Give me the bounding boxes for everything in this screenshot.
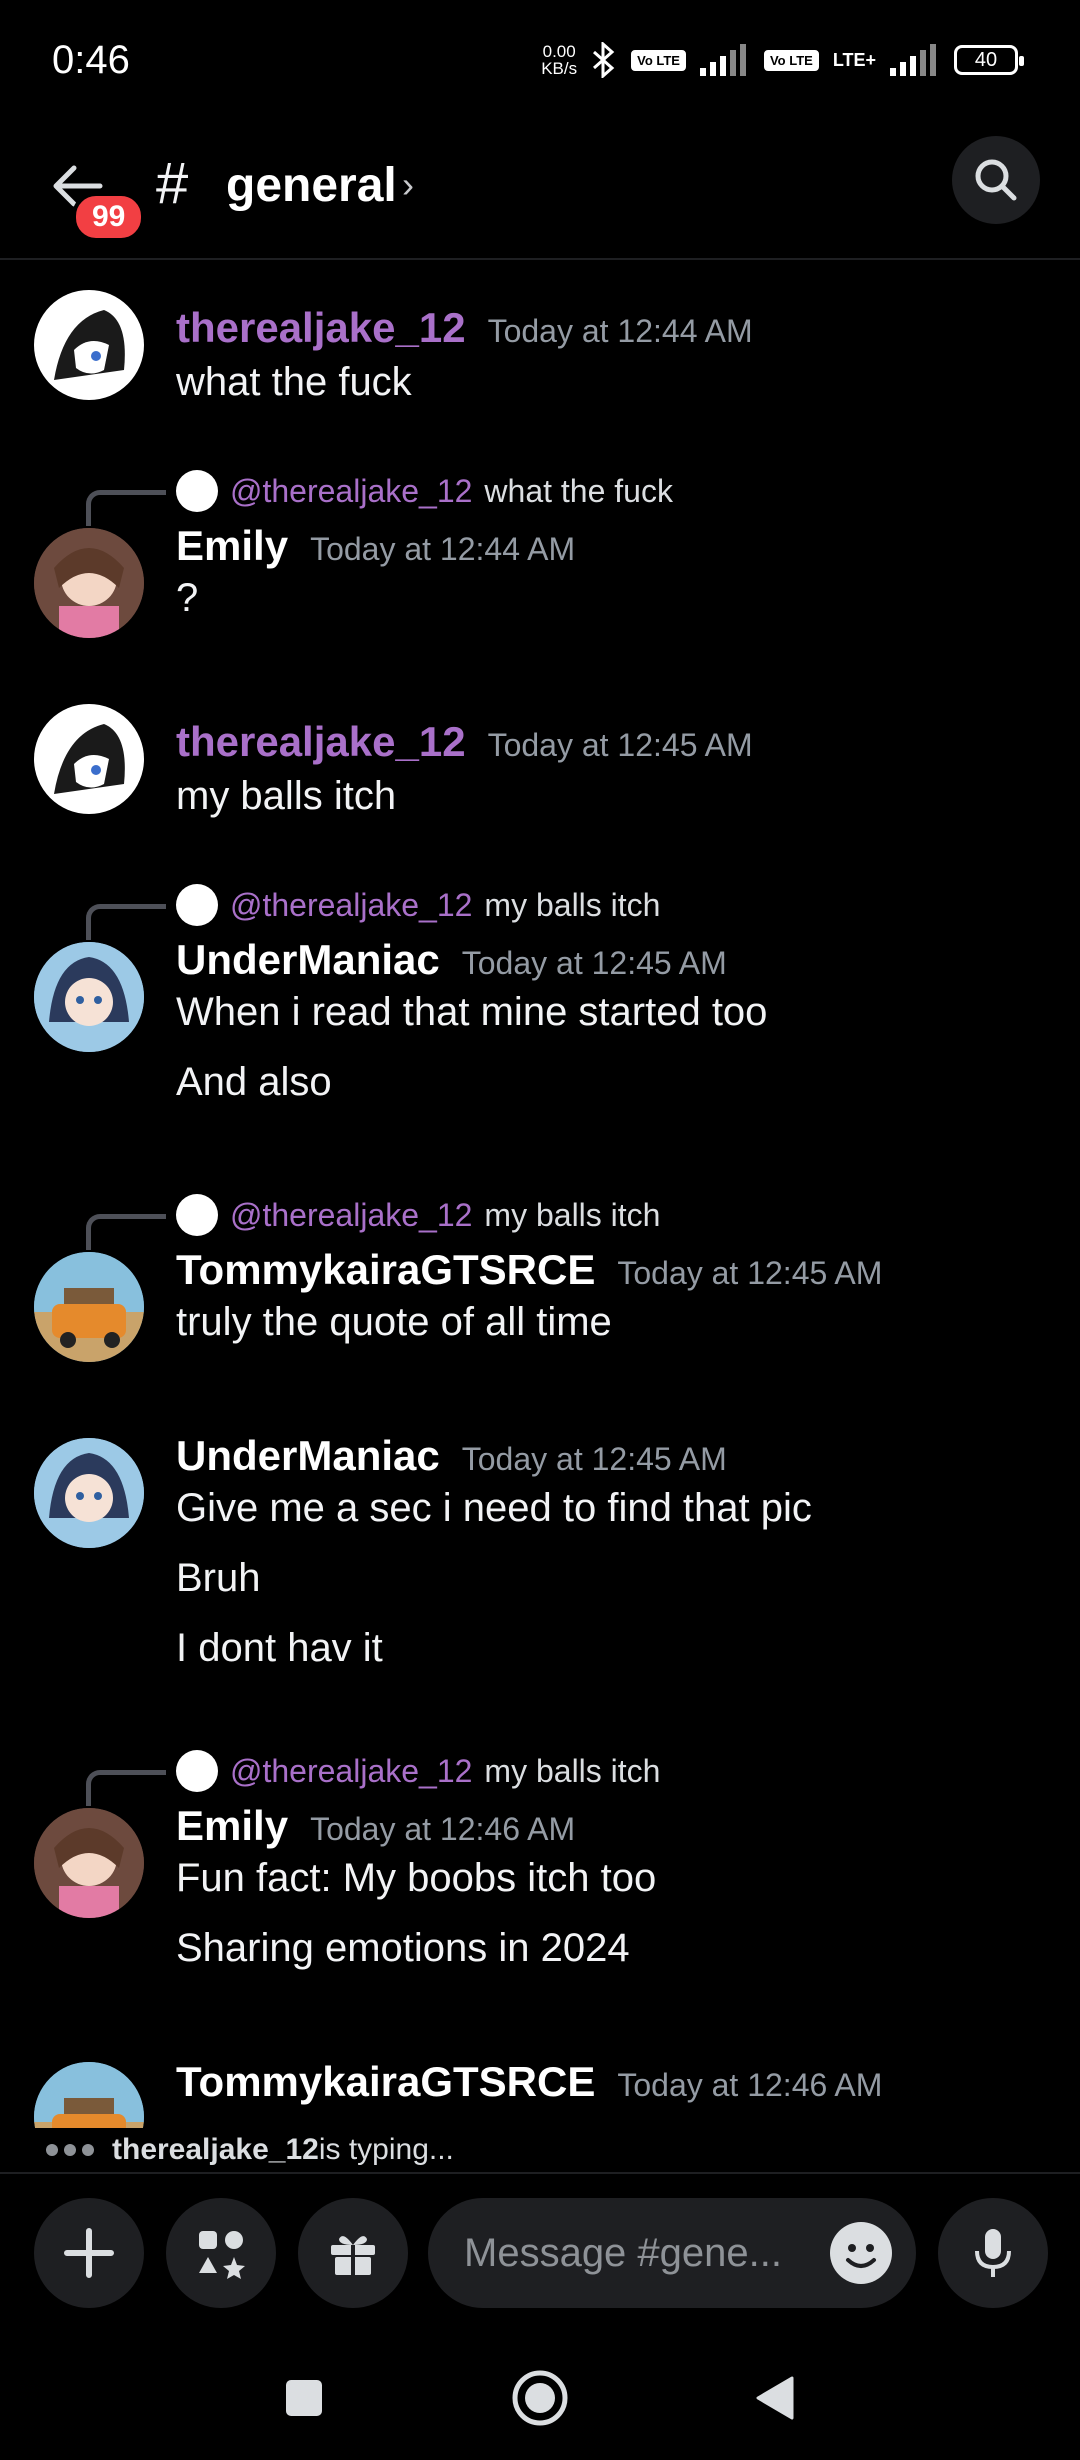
- typing-indicator: therealjake_12 is typing...: [0, 2128, 1080, 2172]
- voice-message-button[interactable]: [938, 2198, 1048, 2308]
- reply-spine: [86, 1214, 166, 1250]
- reply-preview[interactable]: @therealjake_12 my balls itch: [176, 884, 660, 926]
- reply-mention: @therealjake_12: [230, 472, 473, 509]
- nav-square-icon: [286, 2380, 322, 2416]
- reply-avatar: [176, 470, 218, 512]
- emoji-icon: [846, 2244, 876, 2268]
- plus-icon: [64, 2228, 114, 2278]
- timestamp: Today at 12:44 AM: [487, 313, 753, 349]
- reply-text: my balls itch: [484, 1196, 661, 1233]
- username[interactable]: TommykairaGTSRCE Today at 12:46 AM: [176, 2058, 882, 2106]
- reply-text: my balls itch: [484, 886, 661, 923]
- gift-button[interactable]: [298, 2198, 408, 2308]
- timestamp: Today at 12:46 AM: [617, 2067, 883, 2103]
- avatar[interactable]: [34, 704, 144, 814]
- avatar[interactable]: [34, 1808, 144, 1918]
- username[interactable]: therealjake_12 Today at 12:45 AM: [176, 718, 753, 766]
- message-text: Fun fact: My boobs itch too: [176, 1856, 657, 1900]
- signal-icon-2: [890, 44, 940, 76]
- search-button[interactable]: [952, 136, 1040, 224]
- apps-icon: [199, 2231, 245, 2279]
- lte-label: LTE+: [832, 49, 876, 70]
- volte-icon: Vo LTE: [631, 49, 686, 71]
- reply-spine: [86, 490, 166, 526]
- username[interactable]: therealjake_12 Today at 12:44 AM: [176, 304, 753, 352]
- nav-back-icon: [756, 2376, 794, 2420]
- reply-avatar: [176, 1750, 218, 1792]
- timestamp: Today at 12:45 AM: [461, 1441, 727, 1477]
- avatar[interactable]: [34, 1252, 144, 1362]
- message-input-wrapper[interactable]: [428, 2198, 916, 2308]
- reply-spine: [86, 1770, 166, 1806]
- bluetooth-icon: [591, 42, 617, 78]
- unread-badge: 99: [72, 192, 146, 242]
- microphone-icon: [975, 2229, 1011, 2277]
- username[interactable]: TommykairaGTSRCE Today at 12:45 AM: [176, 1246, 882, 1294]
- emoji-button[interactable]: [830, 2222, 892, 2284]
- message-list[interactable]: therealjake_12 Today at 12:44 AM what the…: [0, 262, 1080, 2170]
- message-text: Give me a sec i need to find that pic: [176, 1486, 812, 1530]
- chevron-right-icon[interactable]: ›: [402, 164, 414, 206]
- system-nav-bar: [0, 2332, 1080, 2460]
- message-text: When i read that mine started too: [176, 990, 768, 1034]
- message-input[interactable]: [464, 2198, 804, 2308]
- apps-button[interactable]: [166, 2198, 276, 2308]
- system-back-button[interactable]: [734, 2358, 814, 2438]
- timestamp: Today at 12:45 AM: [617, 1255, 883, 1291]
- reply-preview[interactable]: @therealjake_12 my balls itch: [176, 1194, 660, 1236]
- channel-hash-icon: #: [156, 151, 189, 216]
- avatar[interactable]: [34, 1438, 144, 1548]
- status-bar: 0:46 0.00 KB/s Vo LTE Vo LTE LTE+ 40: [0, 0, 1080, 120]
- message-text: my balls itch: [176, 774, 397, 818]
- gift-icon: [331, 2236, 375, 2275]
- timestamp: Today at 12:46 AM: [310, 1811, 576, 1847]
- status-icons: 0.00 KB/s Vo LTE Vo LTE LTE+ 40: [541, 42, 1024, 78]
- reply-mention: @therealjake_12: [230, 1752, 473, 1789]
- home-button[interactable]: [500, 2358, 580, 2438]
- channel-name[interactable]: general: [226, 158, 397, 213]
- timestamp: Today at 12:44 AM: [310, 531, 576, 567]
- reply-preview[interactable]: @therealjake_12 my balls itch: [176, 1750, 660, 1792]
- reply-mention: @therealjake_12: [230, 886, 473, 923]
- reply-mention: @therealjake_12: [230, 1196, 473, 1233]
- message-text: Sharing emotions in 2024: [176, 1926, 630, 1970]
- timestamp: Today at 12:45 AM: [487, 727, 753, 763]
- message-text: I dont hav it: [176, 1626, 383, 1670]
- message-composer: [0, 2172, 1080, 2332]
- timestamp: Today at 12:45 AM: [461, 945, 727, 981]
- username[interactable]: UnderManiac Today at 12:45 AM: [176, 1432, 727, 1480]
- add-attachment-button[interactable]: [34, 2198, 144, 2308]
- recents-button[interactable]: [264, 2358, 344, 2438]
- status-time: 0:46: [52, 38, 130, 82]
- avatar[interactable]: [34, 290, 144, 400]
- username[interactable]: Emily Today at 12:46 AM: [176, 1802, 575, 1850]
- avatar[interactable]: [34, 528, 144, 638]
- net-speed: 0.00 KB/s: [541, 42, 578, 78]
- reply-avatar: [176, 1194, 218, 1236]
- username[interactable]: Emily Today at 12:44 AM: [176, 522, 575, 570]
- typing-user: therealjake_12: [112, 2133, 319, 2166]
- typing-dots-icon: [46, 2144, 94, 2156]
- volte-icon-2: Vo LTE: [763, 49, 819, 71]
- username[interactable]: UnderManiac Today at 12:45 AM: [176, 936, 727, 984]
- search-icon: [975, 159, 1017, 201]
- reply-spine: [86, 904, 166, 940]
- message-text: truly the quote of all time: [176, 1300, 612, 1344]
- channel-header: 99 # general ›: [0, 120, 1080, 260]
- typing-suffix: is typing...: [318, 2133, 454, 2166]
- signal-icon: [699, 44, 750, 76]
- reply-avatar: [176, 884, 218, 926]
- nav-home-icon: [512, 2370, 568, 2426]
- message-text: what the fuck: [176, 360, 412, 404]
- reply-preview[interactable]: @therealjake_12 what the fuck: [176, 470, 673, 512]
- message-text: ?: [176, 576, 199, 620]
- battery-icon: 40: [954, 45, 1024, 75]
- message-text: And also: [176, 1060, 332, 1104]
- avatar[interactable]: [34, 942, 144, 1052]
- reply-text: my balls itch: [484, 1752, 661, 1789]
- reply-text: what the fuck: [484, 472, 673, 509]
- message-text: Bruh: [176, 1556, 261, 1600]
